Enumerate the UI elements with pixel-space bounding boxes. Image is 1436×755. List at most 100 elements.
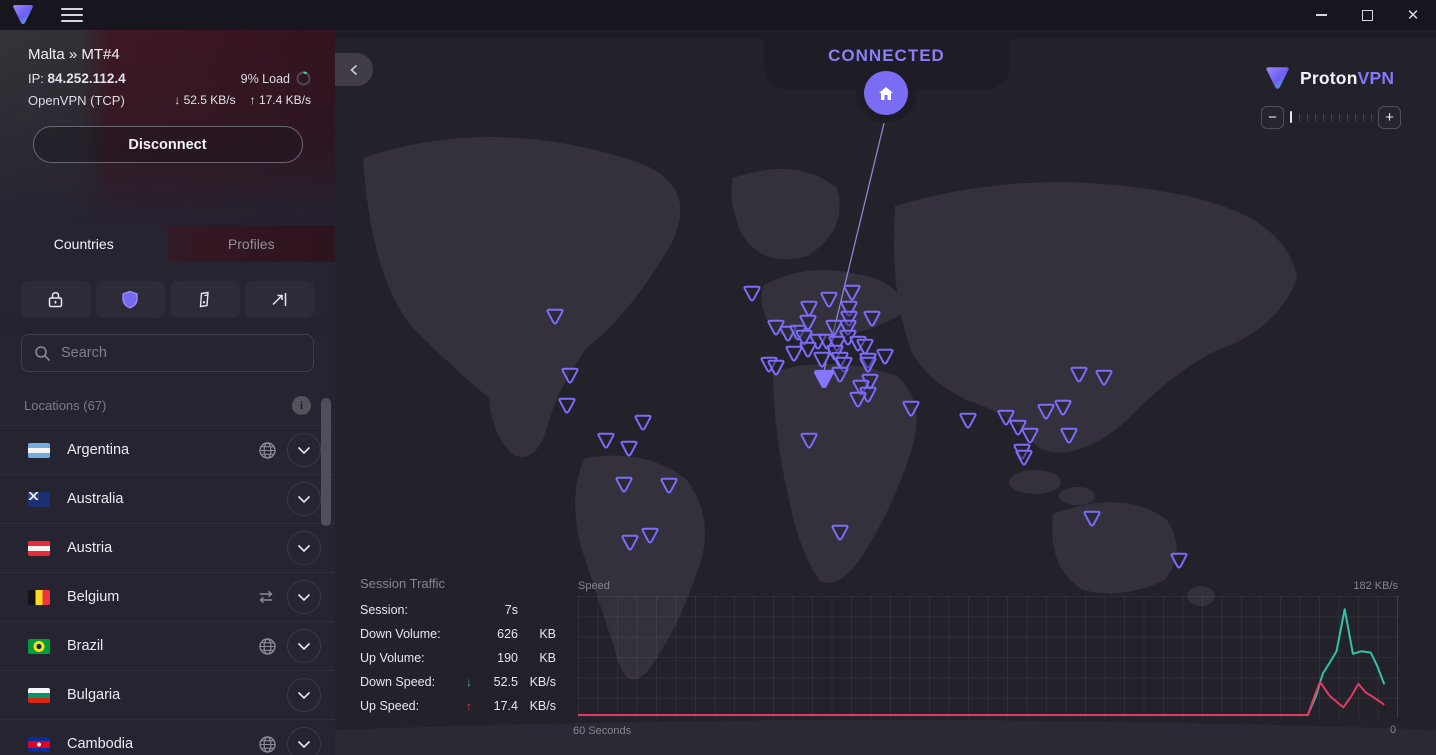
proton-logo-icon: [11, 4, 35, 26]
server-pin[interactable]: [620, 534, 640, 552]
session-stat-row: Down Volume:626KB: [360, 627, 575, 641]
server-pin[interactable]: [875, 348, 895, 366]
session-traffic-title: Session Traffic: [360, 576, 575, 591]
expand-country-button[interactable]: [287, 482, 321, 516]
server-pin[interactable]: [596, 432, 616, 450]
tab-profiles[interactable]: Profiles: [168, 225, 336, 262]
info-icon[interactable]: i: [292, 396, 311, 415]
server-pin[interactable]: [614, 476, 634, 494]
server-pin[interactable]: [633, 414, 653, 432]
down-speed: ↓ 52.5 KB/s: [174, 93, 235, 108]
server-pin[interactable]: [1053, 399, 1073, 417]
br-flag-icon: [28, 639, 50, 654]
server-pin[interactable]: [659, 477, 679, 495]
zoom-tick: [1331, 114, 1333, 121]
server-pin[interactable]: [560, 367, 580, 385]
expand-country-button[interactable]: [287, 531, 321, 565]
server-pin[interactable]: [1069, 366, 1089, 384]
server-pin[interactable]: [1082, 510, 1102, 528]
p2p-button[interactable]: [245, 281, 315, 318]
p2p-arrow-icon: [269, 290, 289, 309]
zoom-slider[interactable]: [1290, 106, 1372, 129]
home-icon: [877, 85, 895, 102]
stat-value: 626: [476, 627, 518, 641]
p2p-exchange-icon: [255, 589, 277, 605]
zoom-tick: [1371, 114, 1373, 121]
plus-icon: +: [1385, 110, 1394, 125]
chevron-down-icon: [297, 446, 311, 455]
server-pin[interactable]: [545, 308, 565, 326]
server-pin[interactable]: [958, 412, 978, 430]
secure-core-button[interactable]: [21, 281, 91, 318]
expand-country-button[interactable]: [287, 629, 321, 663]
server-pin[interactable]: [830, 524, 850, 542]
tab-countries[interactable]: Countries: [0, 225, 168, 262]
server-pin[interactable]: [819, 291, 839, 309]
sidebar-collapse-button[interactable]: [335, 53, 373, 86]
server-pin[interactable]: [901, 400, 921, 418]
country-row[interactable]: Australia: [0, 474, 335, 523]
server-pin[interactable]: [1094, 369, 1114, 387]
country-row[interactable]: Cambodia: [0, 719, 335, 755]
connected-server-pin[interactable]: [812, 369, 832, 387]
country-row[interactable]: Argentina: [0, 425, 335, 474]
up-speed: ↑ 17.4 KB/s: [250, 93, 311, 108]
country-row[interactable]: Brazil: [0, 621, 335, 670]
stat-label: Session:: [360, 603, 462, 617]
netshield-button[interactable]: [96, 281, 166, 318]
menu-icon[interactable]: [61, 8, 83, 22]
server-pin[interactable]: [799, 432, 819, 450]
protonvpn-triangle-icon: [1264, 66, 1291, 91]
expand-country-button[interactable]: [287, 580, 321, 614]
server-pin[interactable]: [619, 440, 639, 458]
server-pin[interactable]: [766, 359, 786, 377]
country-name: Argentina: [67, 442, 129, 458]
maximize-icon: [1362, 10, 1373, 21]
zoom-in-button[interactable]: +: [1378, 106, 1401, 129]
zoom-slider-thumb[interactable]: [1290, 111, 1292, 123]
chart-title: Speed: [578, 580, 610, 592]
speed-chart: [578, 596, 1398, 718]
expand-country-button[interactable]: [287, 727, 321, 755]
server-pin[interactable]: [862, 310, 882, 328]
globe-icon: [258, 637, 277, 656]
session-traffic-panel: Session Traffic Session:7sDown Volume:62…: [360, 576, 575, 723]
shield-icon: [121, 290, 139, 309]
maximize-button[interactable]: [1344, 0, 1390, 30]
minimize-button[interactable]: [1298, 0, 1344, 30]
server-pin[interactable]: [640, 527, 660, 545]
session-stat-row: Up Speed:↑17.4KB/s: [360, 699, 575, 713]
country-row[interactable]: Bulgaria: [0, 670, 335, 719]
server-pin[interactable]: [742, 285, 762, 303]
stat-unit: KB/s: [518, 675, 556, 689]
country-name: Bulgaria: [67, 687, 120, 703]
country-name: Belgium: [67, 589, 119, 605]
server-pin[interactable]: [1014, 449, 1034, 467]
search-input[interactable]: [61, 345, 301, 361]
disconnect-button[interactable]: Disconnect: [33, 126, 303, 163]
au-flag-icon: [28, 492, 50, 507]
speed-chart-lines: [578, 596, 1398, 718]
close-button[interactable]: ✕: [1390, 0, 1436, 30]
zoom-out-button[interactable]: −: [1261, 106, 1284, 129]
server-pin[interactable]: [858, 356, 878, 374]
expand-country-button[interactable]: [287, 678, 321, 712]
country-row[interactable]: Belgium: [0, 572, 335, 621]
up-arrow-icon: ↑: [462, 699, 476, 713]
server-pin[interactable]: [1169, 552, 1189, 570]
stat-unit: KB: [518, 651, 556, 665]
chart-xmin-label: 60 Seconds: [573, 725, 631, 737]
country-name: Australia: [67, 491, 123, 507]
server-pin[interactable]: [557, 397, 577, 415]
home-button[interactable]: [864, 71, 908, 115]
world-map[interactable]: CONNECTED ProtonVPN −: [335, 30, 1436, 755]
be-flag-icon: [28, 590, 50, 605]
ar-flag-icon: [28, 443, 50, 458]
expand-country-button[interactable]: [287, 433, 321, 467]
zoom-tick: [1323, 114, 1325, 121]
server-pin[interactable]: [1059, 427, 1079, 445]
server-pin[interactable]: [848, 391, 868, 409]
tor-button[interactable]: [170, 281, 240, 318]
country-row[interactable]: Austria: [0, 523, 335, 572]
scrollbar[interactable]: [321, 398, 331, 526]
